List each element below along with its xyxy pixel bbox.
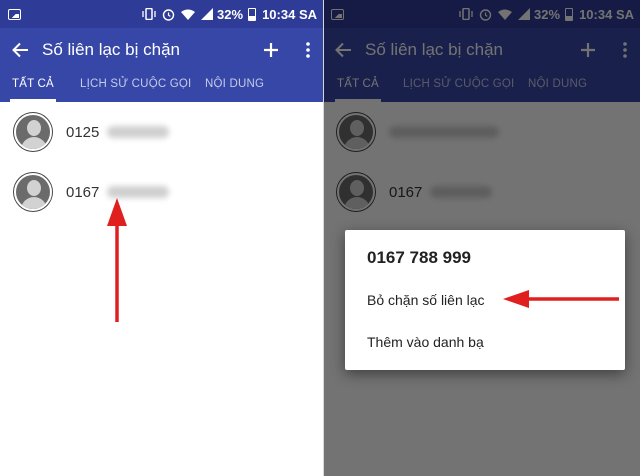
contact-number-prefix: 0125 [66, 123, 100, 141]
status-bar: 32% 10:34 SA [0, 0, 323, 28]
app-bar: Số liên lạc bị chặn [0, 28, 323, 72]
blocked-list: 0125 0167 [0, 102, 323, 222]
gallery-notification-icon [8, 8, 21, 20]
avatar [14, 173, 52, 211]
annotation-arrow-left [503, 290, 619, 308]
screenshot-composite: 32% 10:34 SA Số liên lạc bị chặn TẤT CẢ … [0, 0, 640, 476]
right-screen: 32% 10:34 SA Số liên lạc bị chặn TẤT CẢ … [323, 0, 640, 476]
list-item[interactable]: 0167 [0, 162, 323, 222]
add-to-contacts-option[interactable]: Thêm vào danh bạ [367, 334, 484, 350]
tab-bar: TẤT CẢ LỊCH SỬ CUỘC GỌI NỘI DUNG [0, 72, 323, 102]
panel-divider [323, 0, 324, 476]
list-item[interactable]: 0125 [0, 102, 323, 162]
battery-percent: 32% [217, 6, 244, 22]
dialog-title: 0167 788 999 [367, 248, 471, 267]
tab-all[interactable]: TẤT CẢ [10, 72, 56, 102]
contact-number: 0125 [66, 123, 170, 141]
unblock-contact-option[interactable]: Bỏ chặn số liên lạc [367, 292, 485, 308]
add-icon[interactable] [259, 38, 283, 62]
clock: 10:34 SA [262, 6, 317, 22]
wifi-icon [181, 9, 196, 20]
tab-call-history[interactable]: LỊCH SỬ CUỘC GỌI [80, 72, 191, 102]
cellular-signal-icon [201, 8, 214, 20]
redacted-digits [107, 126, 170, 138]
back-arrow-icon[interactable] [10, 40, 30, 60]
alarm-icon [162, 8, 175, 21]
left-screen: 32% 10:34 SA Số liên lạc bị chặn TẤT CẢ … [0, 0, 323, 476]
avatar [14, 113, 52, 151]
vibrate-icon [142, 8, 156, 20]
battery-icon [248, 7, 257, 21]
contact-number-prefix: 0167 [66, 183, 100, 201]
page-title: Số liên lạc bị chặn [42, 40, 180, 59]
more-options-icon[interactable] [303, 38, 313, 62]
annotation-arrow-up [107, 198, 127, 322]
tab-content[interactable]: NỘI DUNG [205, 72, 264, 102]
